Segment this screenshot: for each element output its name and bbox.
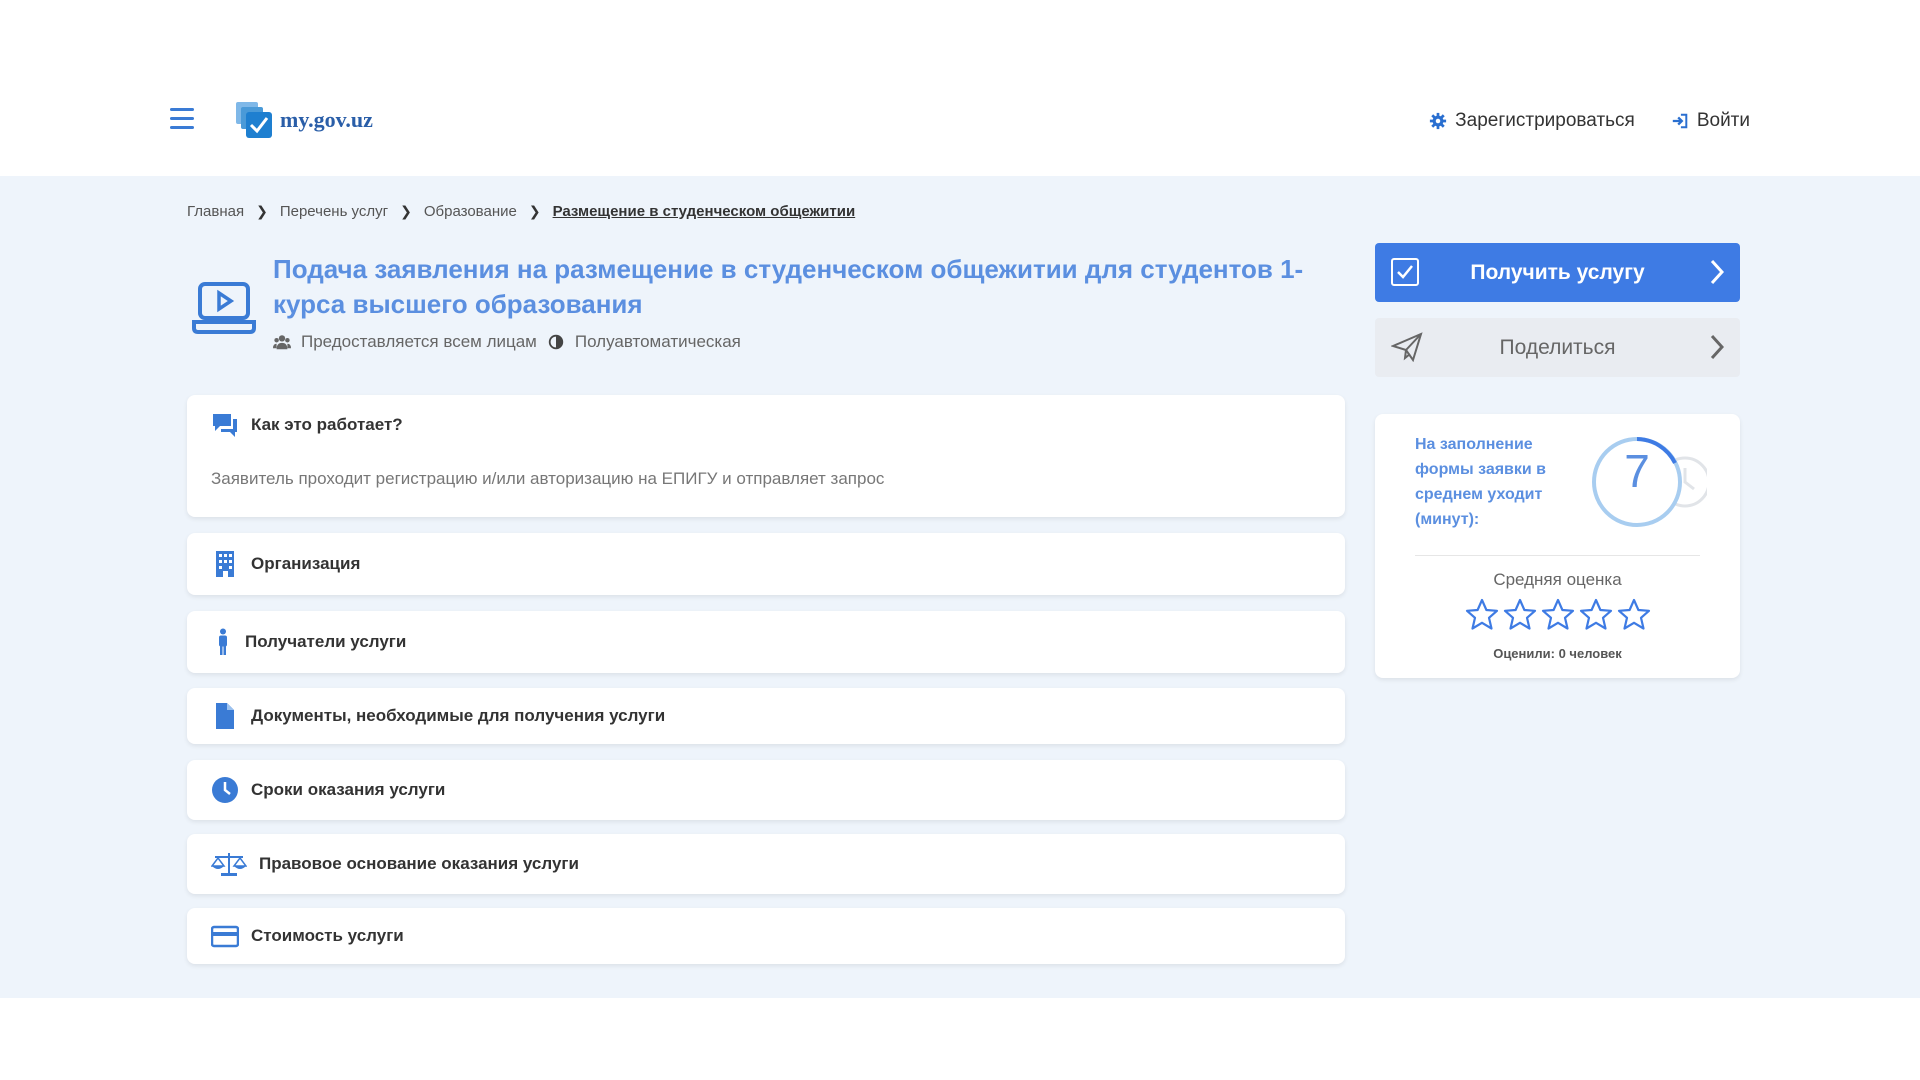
legal-header[interactable]: Правовое основание оказания услуги <box>211 834 1321 894</box>
documents-title: Документы, необходимые для получения усл… <box>251 706 666 725</box>
star-icon[interactable] <box>1617 598 1651 632</box>
scales-icon <box>211 853 247 876</box>
sign-in-icon <box>1672 113 1688 129</box>
cost-card[interactable]: Стоимость услуги <box>187 908 1345 964</box>
chevron-right-icon <box>1710 259 1724 285</box>
documents-header[interactable]: Документы, необходимые для получения усл… <box>211 688 1321 744</box>
star-icon[interactable] <box>1465 598 1499 632</box>
document-icon <box>216 703 234 729</box>
get-service-label: Получить услугу <box>1470 260 1645 284</box>
divider <box>1415 555 1700 556</box>
organization-header[interactable]: Организация <box>211 533 1321 595</box>
audience-text: Предоставляется всем лицам <box>301 332 537 351</box>
menu-icon[interactable] <box>170 108 194 130</box>
users-icon <box>273 335 291 350</box>
star-icon[interactable] <box>1541 598 1575 632</box>
breadcrumb-services[interactable]: Перечень услуг <box>280 203 388 220</box>
checkbox-icon <box>1391 258 1419 286</box>
login-link[interactable]: Войти <box>1671 110 1750 132</box>
how-it-works-body: Заявитель проходит регистрацию и/или авт… <box>211 469 885 488</box>
organization-card[interactable]: Организация <box>187 533 1345 595</box>
legal-card[interactable]: Правовое основание оказания услуги <box>187 834 1345 894</box>
login-label: Войти <box>1696 110 1750 131</box>
fill-time-label: На заполнение формы заявки в среднем ухо… <box>1415 436 1547 528</box>
logo-text: my.gov.uz <box>280 107 373 132</box>
cost-header[interactable]: Стоимость услуги <box>211 908 1321 964</box>
chevron-right-icon: ❯ <box>528 203 541 219</box>
top-bar: my.gov.uz Зарегистрироваться Войти <box>0 0 1920 176</box>
get-service-button[interactable]: Получить услугу <box>1375 243 1740 302</box>
register-link[interactable]: Зарегистрироваться <box>1429 110 1635 132</box>
fill-time-value: 7 <box>1624 445 1650 497</box>
rated-count: Оценили: 0 человек <box>1493 646 1622 661</box>
chat-icon <box>213 414 237 437</box>
share-button[interactable]: Поделиться <box>1375 318 1740 377</box>
chevron-right-icon: ❯ <box>256 203 268 219</box>
how-it-works-header[interactable]: Как это работает? <box>211 411 1321 439</box>
breadcrumb: Главная ❯ Перечень услуг ❯ Образование ❯… <box>187 203 855 220</box>
how-it-works-title: Как это работает? <box>251 415 403 434</box>
service-meta: Предоставляется всем лицам Полуавтоматич… <box>273 332 741 352</box>
terms-header[interactable]: Сроки оказания услуги <box>211 760 1321 820</box>
terms-card[interactable]: Сроки оказания услуги <box>187 760 1345 820</box>
page-title: Подача заявления на размещение в студенч… <box>273 254 1304 319</box>
star-rating[interactable] <box>1375 598 1740 632</box>
chevron-right-icon: ❯ <box>400 203 412 219</box>
rating-label: Средняя оценка <box>1493 570 1622 589</box>
recipients-title: Получатели услуги <box>245 632 407 651</box>
how-it-works-card[interactable]: Как это работает? Заявитель проходит рег… <box>187 395 1345 517</box>
cost-title: Стоимость услуги <box>251 926 404 945</box>
paper-plane-icon <box>1391 332 1423 362</box>
chevron-right-icon <box>1710 334 1724 360</box>
breadcrumb-current[interactable]: Размещение в студенческом общежитии <box>553 203 856 220</box>
logo[interactable]: my.gov.uz <box>234 100 373 140</box>
person-icon <box>219 628 227 655</box>
logo-icon <box>236 102 272 138</box>
star-icon[interactable] <box>1503 598 1537 632</box>
organization-title: Организация <box>251 554 361 573</box>
stats-panel: На заполнение формы заявки в среднем ухо… <box>1375 414 1740 678</box>
legal-title: Правовое основание оказания услуги <box>259 854 579 873</box>
credit-card-icon <box>211 925 239 948</box>
main-content: Главная ❯ Перечень услуг ❯ Образование ❯… <box>0 176 1920 998</box>
register-label: Зарегистрироваться <box>1455 110 1635 131</box>
breadcrumb-education[interactable]: Образование <box>424 203 517 220</box>
breadcrumb-home[interactable]: Главная <box>187 203 244 220</box>
documents-card[interactable]: Документы, необходимые для получения усл… <box>187 688 1345 744</box>
recipients-card[interactable]: Получатели услуги <box>187 611 1345 673</box>
building-icon <box>216 551 234 577</box>
clock-icon <box>212 777 238 803</box>
star-icon[interactable] <box>1579 598 1613 632</box>
footer-area <box>0 998 1920 1080</box>
laptop-play-icon <box>192 282 256 334</box>
terms-title: Сроки оказания услуги <box>251 780 446 799</box>
share-label: Поделиться <box>1499 335 1616 359</box>
mode-text: Полуавтоматическая <box>574 332 741 351</box>
gear-icon <box>1430 112 1447 130</box>
recipients-header[interactable]: Получатели услуги <box>211 611 1321 673</box>
half-circle-icon <box>548 334 564 350</box>
